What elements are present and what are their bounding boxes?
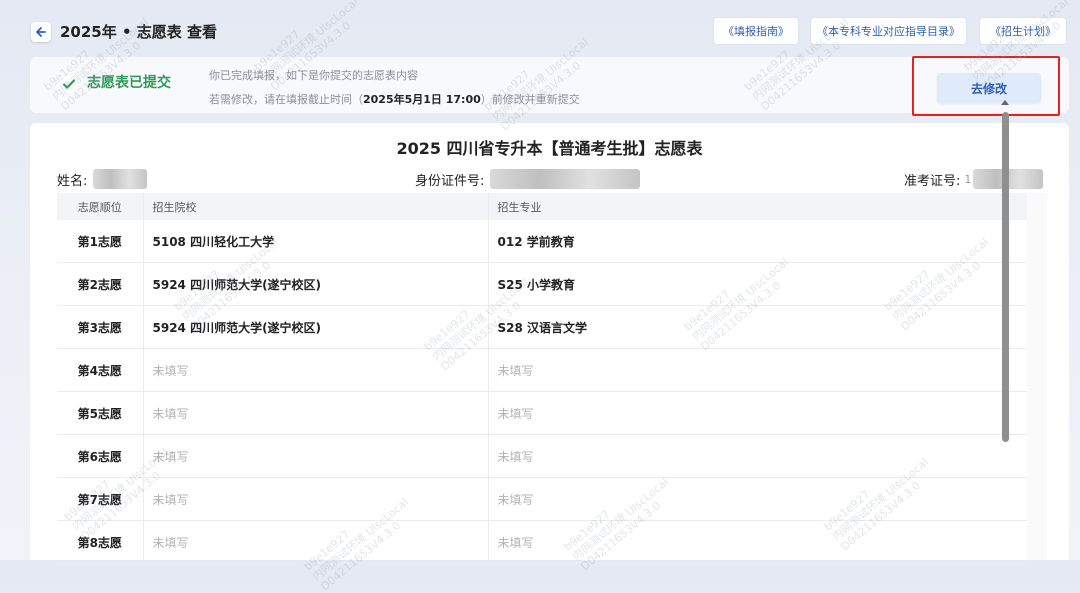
notice-line-1: 你已完成填报，如下是你提交的志愿表内容 (209, 69, 418, 82)
header-school: 招生院校 (143, 193, 489, 220)
volunteer-table: 志愿顺位 招生院校 招生专业 第1志愿 5108 四川轻化工大学 012 学前教育第… (57, 193, 1028, 564)
modify-button[interactable]: 去修改 (937, 73, 1041, 103)
rank-cell: 第7志愿 (57, 477, 144, 521)
scrollbar-thumb[interactable] (1002, 112, 1009, 442)
page-title: 2025年 • 志愿表 查看 (60, 23, 218, 41)
table-row: 第2志愿 5924 四川师范大学(遂宁校区) S25 小学教育 (57, 262, 1028, 306)
major-cell: 未填写 (488, 434, 1028, 478)
rank-cell: 第3志愿 (57, 305, 144, 349)
arrow-left-icon (36, 27, 46, 37)
school-cell: 未填写 (143, 348, 489, 392)
table-row: 第3志愿 5924 四川师范大学(遂宁校区) S28 汉语言文学 (57, 305, 1028, 349)
exam-info: 准考证号: 1 (904, 169, 1044, 189)
guide-link[interactable]: 《填报指南》 (713, 17, 799, 45)
school-cell: 未填写 (143, 520, 489, 564)
catalog-link[interactable]: 《本专科专业对应指导目录》 (810, 17, 967, 45)
back-button[interactable] (31, 22, 51, 42)
rank-cell: 第4志愿 (57, 348, 144, 392)
rank-cell: 第1志愿 (57, 220, 144, 263)
school-cell: 未填写 (143, 477, 489, 521)
major-cell: 未填写 (488, 391, 1028, 435)
scroll-up-icon[interactable] (1001, 100, 1009, 105)
check-icon (60, 75, 78, 93)
table-row: 第6志愿 未填写 未填写 (57, 434, 1028, 478)
major-cell: 未填写 (488, 520, 1028, 564)
header-rank: 志愿顺位 (57, 193, 144, 220)
major-cell: 未填写 (488, 477, 1028, 521)
redacted-id (490, 169, 641, 189)
table-header: 志愿顺位 招生院校 招生专业 (57, 193, 1028, 220)
rank-cell: 第6志愿 (57, 434, 144, 478)
status-text: 志愿表已提交 (87, 75, 171, 91)
major-cell: S25 小学教育 (488, 262, 1028, 306)
rank-cell: 第2志愿 (57, 262, 144, 306)
volunteer-form-card: 2025 四川省专升本【普通考生批】志愿表 姓名: 身份证件号: 准考证号: 1 … (30, 123, 1069, 564)
major-cell: 012 学前教育 (488, 220, 1028, 263)
school-cell: 未填写 (143, 434, 489, 478)
table-row: 第5志愿 未填写 未填写 (57, 391, 1028, 435)
school-cell: 未填写 (143, 391, 489, 435)
table-row: 第8志愿 未填写 未填写 (57, 520, 1028, 564)
header-major: 招生专业 (488, 193, 1028, 220)
scrollbar-track[interactable] (1027, 193, 1047, 560)
notice-line-2: 若需修改，请在填报截止时间（2025年5月1日 17:00）前修改并重新提交 (209, 93, 580, 106)
major-cell: 未填写 (488, 348, 1028, 392)
table-row: 第1志愿 5108 四川轻化工大学 012 学前教育 (57, 220, 1028, 263)
redacted-name (93, 169, 148, 189)
table-row: 第4志愿 未填写 未填写 (57, 348, 1028, 392)
rank-cell: 第5志愿 (57, 391, 144, 435)
table-row: 第7志愿 未填写 未填写 (57, 477, 1028, 521)
deadline: 2025年5月1日 17:00 (363, 93, 481, 106)
top-bar: 2025年 • 志愿表 查看 《填报指南》 《本专科专业对应指导目录》 《招生计… (0, 0, 1080, 60)
submitted-banner: 志愿表已提交 你已完成填报，如下是你提交的志愿表内容 若需修改，请在填报截止时间… (30, 57, 1069, 113)
form-title: 2025 四川省专升本【普通考生批】志愿表 (396, 139, 703, 158)
name-info: 姓名: (57, 169, 148, 189)
school-cell: 5108 四川轻化工大学 (143, 220, 489, 263)
school-cell: 5924 四川师范大学(遂宁校区) (143, 305, 489, 349)
plan-link[interactable]: 《招生计划》 (979, 17, 1067, 45)
school-cell: 5924 四川师范大学(遂宁校区) (143, 262, 489, 306)
major-cell: S28 汉语言文学 (488, 305, 1028, 349)
id-info: 身份证件号: (415, 169, 641, 189)
rank-cell: 第8志愿 (57, 520, 144, 564)
